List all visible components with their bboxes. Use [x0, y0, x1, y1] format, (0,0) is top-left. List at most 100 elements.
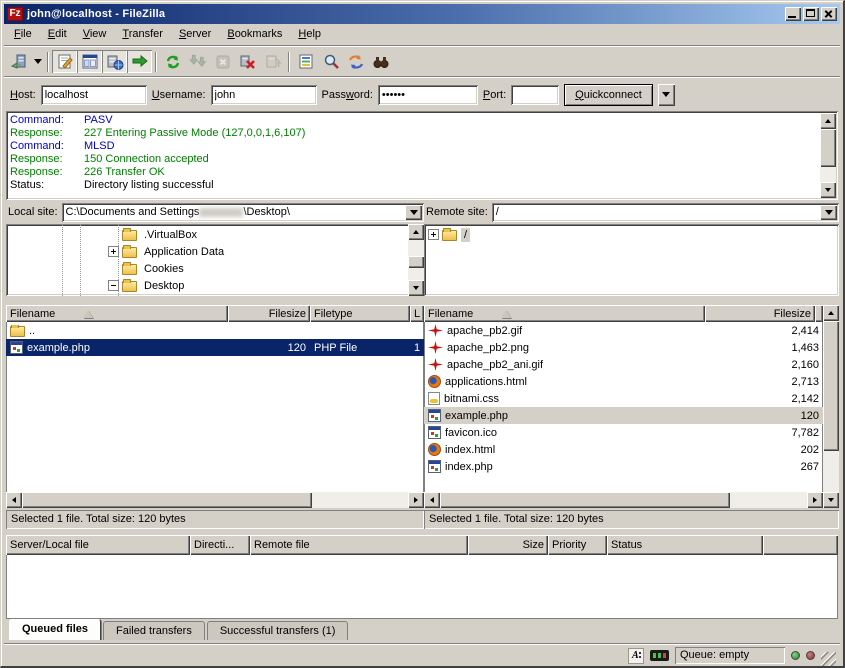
column-header-priority[interactable]: Priority [548, 535, 607, 555]
close-button[interactable] [821, 7, 837, 21]
column-header-filename[interactable]: Filename [424, 305, 705, 322]
tree-item-virtualbox[interactable]: .VirtualBox [6, 226, 408, 243]
tree-item-cookies[interactable]: Cookies [6, 260, 408, 277]
compare-directories-button[interactable] [318, 50, 343, 73]
minimize-button[interactable] [785, 7, 801, 21]
remote-file-row[interactable]: apache_pb2_ani.gif 2,160 [424, 356, 823, 373]
synchronized-browsing-button[interactable] [343, 50, 368, 73]
column-header-status[interactable]: Status [607, 535, 763, 555]
column-header-size[interactable]: Size [468, 535, 548, 555]
tree-item-application-data[interactable]: Application Data [6, 243, 408, 260]
remote-pane: Remote site: / / [424, 203, 839, 529]
tab-queued-files[interactable]: Queued files [9, 619, 101, 640]
remote-file-row[interactable]: applications.html 2,713 [424, 373, 823, 390]
combo-dropdown-button[interactable] [405, 205, 422, 220]
scroll-down-button[interactable] [823, 492, 839, 508]
tree-item-desktop[interactable]: Desktop [6, 277, 408, 294]
scroll-right-button[interactable] [408, 492, 424, 508]
column-header-lastmodified[interactable]: L [410, 305, 424, 322]
cancel-operation-button[interactable] [210, 50, 235, 73]
local-horizontal-scrollbar[interactable] [6, 492, 424, 508]
toggle-local-tree-button[interactable] [77, 50, 102, 73]
reconnect-icon [264, 53, 282, 71]
scroll-thumb[interactable] [408, 256, 424, 268]
column-header-filesize[interactable]: Filesize [705, 305, 815, 322]
toggle-message-log-button[interactable] [52, 50, 77, 73]
collapse-icon[interactable] [108, 280, 119, 291]
parent-directory-row[interactable]: .. [6, 322, 424, 339]
scroll-down-button[interactable] [408, 280, 424, 296]
menu-server[interactable]: Server [171, 25, 219, 43]
ascii-transfer-type-icon[interactable] [628, 648, 644, 664]
column-header-filesize[interactable]: Filesize [228, 305, 310, 322]
menu-view[interactable]: View [75, 25, 115, 43]
scroll-thumb[interactable] [22, 492, 312, 508]
menu-edit[interactable]: Edit [40, 25, 75, 43]
speed-limit-indicator-icon[interactable] [650, 650, 669, 661]
apache-file-icon [428, 358, 443, 371]
expand-icon[interactable] [428, 229, 439, 240]
scroll-thumb[interactable] [823, 321, 839, 451]
scroll-up-button[interactable] [408, 224, 424, 240]
scroll-right-button[interactable] [807, 492, 823, 508]
remote-file-row[interactable]: bitnami.css 2,142 [424, 390, 823, 407]
quickconnect-button[interactable]: Quickconnect [564, 84, 653, 106]
remote-file-row[interactable]: index.html 202 [424, 441, 823, 458]
remote-site-label: Remote site: [424, 203, 492, 222]
toggle-remote-tree-button[interactable] [102, 50, 127, 73]
remote-file-row[interactable]: apache_pb2.gif 2,414 [424, 322, 823, 339]
remote-horizontal-scrollbar[interactable] [424, 492, 823, 508]
find-files-button[interactable] [368, 50, 393, 73]
remote-list-scrollbar[interactable] [823, 305, 839, 508]
local-file-row-selected[interactable]: example.php 120 PHP File 1 [6, 339, 424, 356]
filter-button[interactable] [293, 50, 318, 73]
port-input[interactable] [511, 85, 559, 105]
scroll-up-button[interactable] [820, 113, 836, 129]
scroll-up-button[interactable] [823, 305, 839, 321]
tab-successful-transfers[interactable]: Successful transfers (1) [207, 621, 349, 640]
scroll-down-button[interactable] [820, 182, 836, 198]
maximize-button[interactable] [803, 7, 819, 21]
column-header-filename[interactable]: Filename [6, 305, 228, 322]
column-header-filetype[interactable]: Filetype [310, 305, 410, 322]
remote-file-row[interactable]: apache_pb2.png 1,463 [424, 339, 823, 356]
menu-help[interactable]: Help [290, 25, 329, 43]
column-header-remote-file[interactable]: Remote file [250, 535, 468, 555]
menu-transfer[interactable]: Transfer [114, 25, 171, 43]
host-input[interactable] [41, 85, 147, 105]
quickconnect-dropdown-button[interactable] [658, 84, 675, 106]
menu-file[interactable]: File [6, 25, 40, 43]
ico-file-icon [428, 426, 441, 439]
combo-dropdown-button[interactable] [820, 205, 837, 220]
tab-failed-transfers[interactable]: Failed transfers [103, 621, 205, 640]
resize-grip[interactable] [821, 652, 836, 667]
reconnect-button[interactable] [260, 50, 285, 73]
refresh-button[interactable] [160, 50, 185, 73]
binoculars-icon [372, 53, 390, 71]
menu-bookmarks[interactable]: Bookmarks [219, 25, 290, 43]
site-manager-dropdown-button[interactable] [31, 50, 44, 73]
remote-site-combo[interactable]: / [492, 203, 839, 222]
local-tree-scrollbar[interactable] [408, 224, 424, 296]
site-manager-button[interactable] [6, 50, 31, 73]
scroll-thumb[interactable] [820, 129, 836, 167]
tree-item-root[interactable]: / [424, 226, 839, 243]
scroll-left-button[interactable] [424, 492, 440, 508]
remote-file-row[interactable]: index.php 267 [424, 458, 823, 475]
column-header-server-local-file[interactable]: Server/Local file [6, 535, 190, 555]
expand-icon[interactable] [108, 246, 119, 257]
username-input[interactable] [211, 85, 317, 105]
queue-list-empty [6, 555, 838, 619]
process-queue-button[interactable] [185, 50, 210, 73]
remote-file-row[interactable]: favicon.ico 7,782 [424, 424, 823, 441]
remote-file-row-selected[interactable]: example.php 120 [424, 407, 823, 424]
disconnect-button[interactable] [235, 50, 260, 73]
scroll-thumb[interactable] [440, 492, 730, 508]
log-scrollbar[interactable] [820, 113, 836, 198]
scroll-left-button[interactable] [6, 492, 22, 508]
column-header-direction[interactable]: Directi... [190, 535, 250, 555]
toggle-transfer-queue-button[interactable] [127, 50, 152, 73]
php-file-icon [428, 409, 441, 422]
password-input[interactable] [378, 85, 478, 105]
local-site-combo[interactable]: C:\Documents and Settings\Desktop\ [62, 203, 424, 222]
